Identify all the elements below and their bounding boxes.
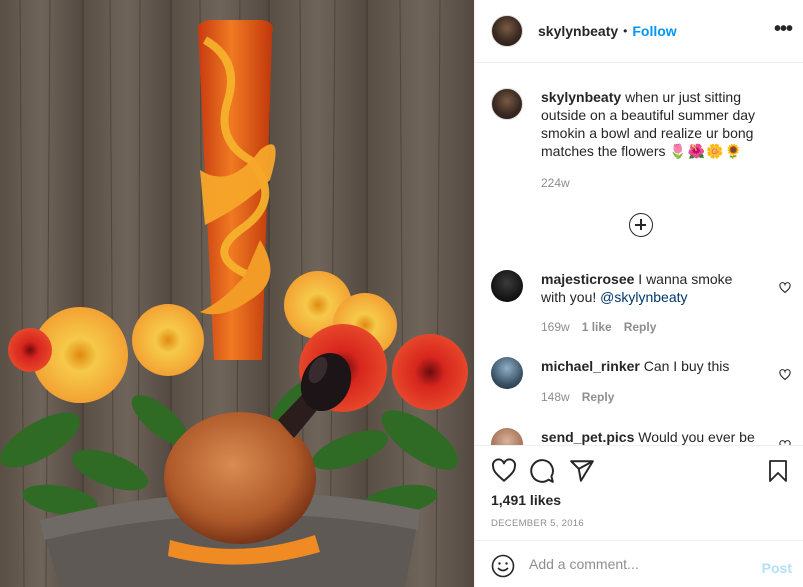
commenter-avatar[interactable] <box>491 357 523 389</box>
comment-meta: 148w Reply <box>541 390 614 404</box>
follow-button[interactable]: Follow <box>632 23 676 39</box>
post-header: skylynbeaty • Follow ••• <box>475 0 803 63</box>
caption-username[interactable]: skylynbeaty <box>541 89 621 105</box>
post-details-panel: skylynbeaty • Follow ••• skylynbeaty whe… <box>474 0 803 587</box>
bookmark-icon[interactable] <box>766 458 790 484</box>
separator-dot: • <box>623 24 628 38</box>
likes-count[interactable]: 1,491 likes <box>491 492 561 508</box>
caption-emoji: 🌷🌺🌼🌻 <box>669 143 744 159</box>
commenter-username[interactable]: michael_rinker <box>541 358 640 374</box>
caption-avatar[interactable] <box>491 88 523 120</box>
author-avatar[interactable] <box>491 15 523 47</box>
more-options-icon[interactable]: ••• <box>774 18 793 41</box>
heart-icon[interactable] <box>491 458 517 484</box>
commenter-username[interactable]: send_pet.pics <box>541 429 634 445</box>
comment-text: majesticrosee I wanna smoke with you! @s… <box>541 270 756 306</box>
author-username[interactable]: skylynbeaty <box>538 23 618 39</box>
comment-mention[interactable]: @skylynbeaty <box>600 289 687 305</box>
reply-button[interactable]: Reply <box>582 390 615 404</box>
commenter-avatar[interactable] <box>491 428 523 445</box>
share-icon[interactable] <box>569 458 595 484</box>
commenter-avatar[interactable] <box>491 270 523 302</box>
heart-outline-icon[interactable] <box>779 282 791 294</box>
plus-circle-icon[interactable] <box>629 213 653 237</box>
post-image <box>0 0 474 587</box>
post-comment-button[interactable]: Post <box>762 560 792 576</box>
post-actions: 1,491 likes DECEMBER 5, 2016 <box>475 445 803 540</box>
caption-timestamp[interactable]: 224w <box>541 176 570 190</box>
comment-timestamp[interactable]: 169w <box>541 320 570 334</box>
heart-outline-icon[interactable] <box>779 369 791 381</box>
comment-meta: 169w 1 like Reply <box>541 320 656 334</box>
post-date[interactable]: DECEMBER 5, 2016 <box>491 518 584 529</box>
comment-timestamp[interactable]: 148w <box>541 390 570 404</box>
comment-body: Can I buy this <box>643 358 730 374</box>
commenter-username[interactable]: majesticrosee <box>541 271 634 287</box>
caption-text: skylynbeaty when ur just sitting outside… <box>541 88 781 160</box>
emoji-icon[interactable] <box>491 554 515 578</box>
comment-text: send_pet.pics Would you ever be <box>541 428 756 445</box>
comment-composer: Post <box>475 540 803 587</box>
comment-input[interactable] <box>529 553 749 575</box>
comments-list[interactable]: skylynbeaty when ur just sitting outside… <box>475 64 803 445</box>
comment-text: michael_rinker Can I buy this <box>541 357 756 375</box>
comment-body: Would you ever be <box>638 429 755 445</box>
post-photo[interactable] <box>0 0 474 587</box>
instagram-post-view: skylynbeaty • Follow ••• skylynbeaty whe… <box>0 0 803 587</box>
reply-button[interactable]: Reply <box>624 320 657 334</box>
comment-likes-count[interactable]: 1 like <box>582 320 612 334</box>
comment-icon[interactable] <box>529 458 555 484</box>
